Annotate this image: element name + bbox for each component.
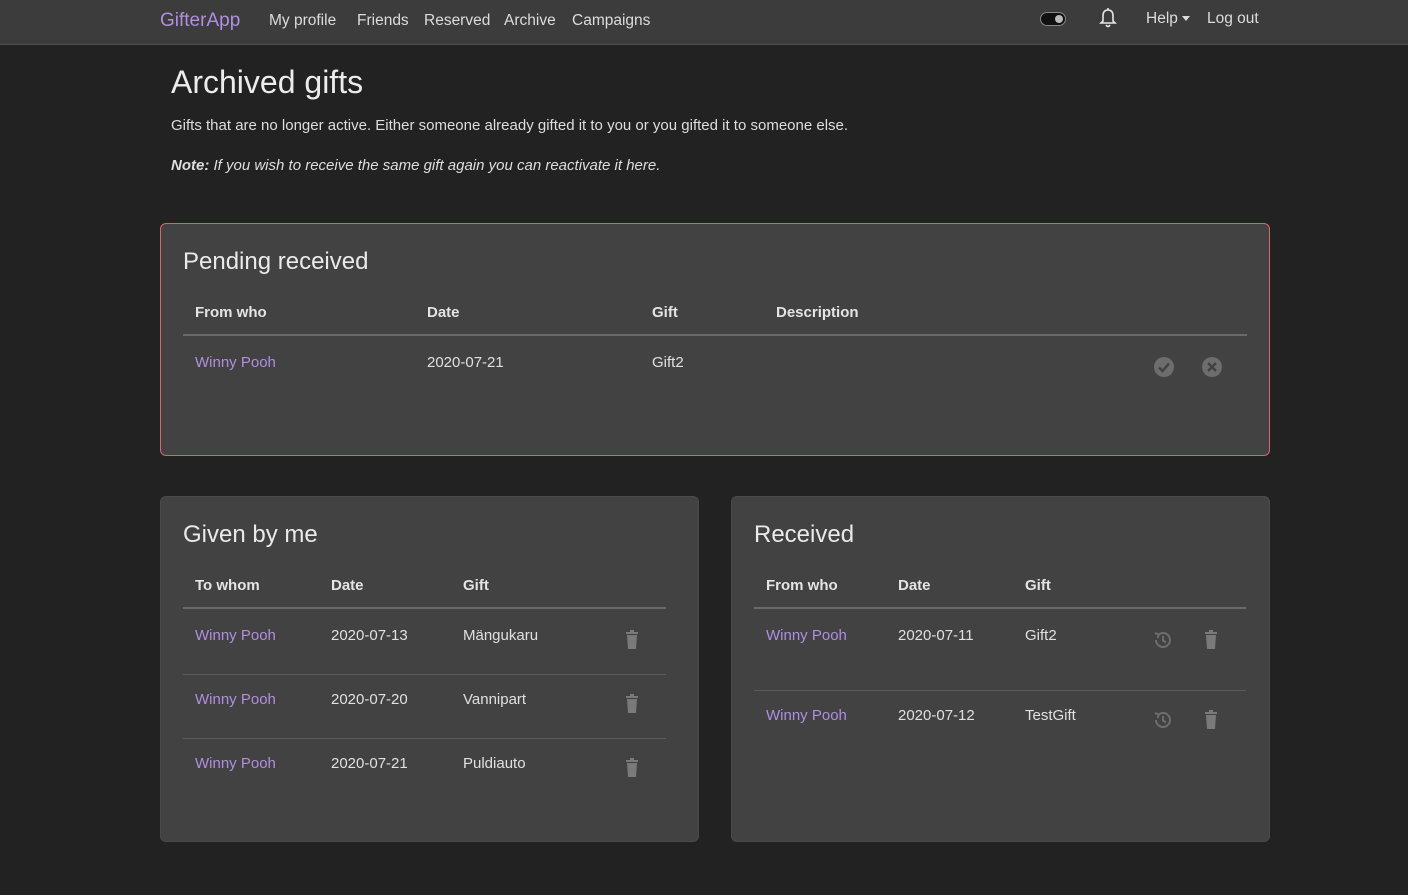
date-cell: 2020-07-21 xyxy=(331,755,408,772)
dark-mode-toggle[interactable] xyxy=(1040,12,1066,26)
intro-text: Gifts that are no longer active. Either … xyxy=(171,117,849,134)
to-user-link[interactable]: Winny Pooh xyxy=(195,691,276,708)
received-card: Received From who Date Gift Winny Pooh 2… xyxy=(731,496,1270,842)
column-header: Date xyxy=(331,577,364,594)
table-header: From who Date Gift Description xyxy=(183,296,1247,336)
column-header: Description xyxy=(776,304,859,321)
bell-icon[interactable] xyxy=(1098,7,1118,29)
note-body: If you wish to receive the same gift aga… xyxy=(209,157,661,174)
date-cell: 2020-07-13 xyxy=(331,627,408,644)
nav-reserved[interactable]: Reserved xyxy=(424,12,490,30)
column-header: Gift xyxy=(652,304,678,321)
table-row: Winny Pooh 2020-07-21 Gift2 xyxy=(183,338,1247,398)
brand-link[interactable]: GifterApp xyxy=(160,10,240,32)
column-header: To whom xyxy=(195,577,260,594)
logout-link[interactable]: Log out xyxy=(1207,10,1259,28)
card-title: Received xyxy=(754,521,855,548)
trash-icon[interactable] xyxy=(621,757,643,779)
column-header: From who xyxy=(766,577,838,594)
caret-down-icon xyxy=(1181,16,1190,22)
to-user-link[interactable]: Winny Pooh xyxy=(195,755,276,772)
table-row: Winny Pooh 2020-07-20 Vannipart xyxy=(183,675,666,739)
card-title: Pending received xyxy=(183,248,369,275)
column-header: Gift xyxy=(1025,577,1051,594)
decline-x-icon[interactable] xyxy=(1201,356,1223,378)
gift-cell: Gift2 xyxy=(1025,627,1057,644)
trash-icon[interactable] xyxy=(1200,629,1222,651)
trash-icon[interactable] xyxy=(1200,709,1222,731)
note-label: Note: xyxy=(171,157,210,174)
table-row: Winny Pooh 2020-07-21 Puldiauto xyxy=(183,739,666,803)
from-user-link[interactable]: Winny Pooh xyxy=(766,707,847,724)
date-cell: 2020-07-12 xyxy=(898,707,975,724)
reactivate-history-icon[interactable] xyxy=(1152,629,1174,651)
help-label: Help xyxy=(1146,10,1178,27)
gift-cell: TestGift xyxy=(1025,707,1076,724)
card-title: Given by me xyxy=(183,521,318,548)
reactivate-history-icon[interactable] xyxy=(1152,709,1174,731)
accept-check-icon[interactable] xyxy=(1153,356,1175,378)
column-header: From who xyxy=(195,304,267,321)
gift-cell: Gift2 xyxy=(652,354,684,371)
from-user-link[interactable]: Winny Pooh xyxy=(766,627,847,644)
column-header: Gift xyxy=(463,577,489,594)
trash-icon[interactable] xyxy=(621,693,643,715)
date-cell: 2020-07-11 xyxy=(898,627,974,644)
note-text: Note: If you wish to receive the same gi… xyxy=(171,157,660,174)
to-user-link[interactable]: Winny Pooh xyxy=(195,627,276,644)
navbar: GifterApp My profile Friends Reserved Ar… xyxy=(0,0,1408,45)
nav-archive[interactable]: Archive xyxy=(504,12,556,30)
gift-cell: Puldiauto xyxy=(463,755,526,772)
gift-cell: Mängukaru xyxy=(463,627,539,644)
table-row: Winny Pooh 2020-07-13 Mängukaru xyxy=(183,611,666,675)
table-header: From who Date Gift xyxy=(754,569,1246,609)
table-row: Winny Pooh 2020-07-11 Gift2 xyxy=(754,611,1246,691)
column-header: Date xyxy=(898,577,931,594)
nav-campaigns[interactable]: Campaigns xyxy=(572,12,650,30)
table-row: Winny Pooh 2020-07-12 TestGift xyxy=(754,691,1246,771)
pending-received-card: Pending received From who Date Gift Desc… xyxy=(160,223,1270,456)
nav-friends[interactable]: Friends xyxy=(357,12,409,30)
date-cell: 2020-07-21 xyxy=(427,354,504,371)
trash-icon[interactable] xyxy=(621,629,643,651)
nav-my-profile[interactable]: My profile xyxy=(269,12,336,30)
given-by-me-card: Given by me To whom Date Gift Winny Pooh… xyxy=(160,496,699,842)
date-cell: 2020-07-20 xyxy=(331,691,408,708)
help-dropdown[interactable]: Help xyxy=(1146,10,1190,28)
from-user-link[interactable]: Winny Pooh xyxy=(195,354,276,371)
column-header: Date xyxy=(427,304,460,321)
gift-cell: Vannipart xyxy=(463,691,527,708)
page-title: Archived gifts xyxy=(171,64,364,100)
table-header: To whom Date Gift xyxy=(183,569,666,609)
